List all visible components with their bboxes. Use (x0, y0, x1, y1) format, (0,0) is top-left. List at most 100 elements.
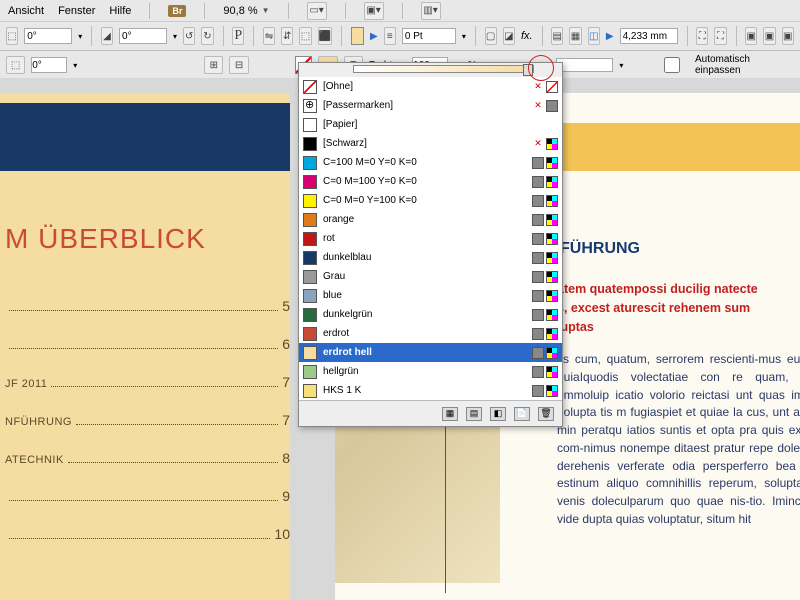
align-icon[interactable]: ⊞ (204, 56, 223, 74)
new-gradient-icon[interactable]: ◧ (490, 407, 506, 421)
swatch-chip (303, 156, 317, 170)
angle1b-field[interactable] (31, 57, 67, 73)
empty-dropdown[interactable] (556, 58, 614, 72)
section-title: FÜHRUNG (560, 240, 640, 258)
zoom-level[interactable]: 90,8 % (223, 5, 257, 17)
fx-square-icon[interactable]: ▢ (485, 27, 497, 45)
select-content-icon[interactable]: ⬛ (318, 27, 332, 45)
swatch-name: C=0 M=100 Y=0 K=0 (323, 176, 526, 187)
lab-flag-icon (546, 271, 558, 283)
swatch-row[interactable]: C=0 M=100 Y=0 K=0 (299, 172, 562, 191)
distribute-icon[interactable]: ⊟ (229, 56, 248, 74)
workspace-icon[interactable]: ▥▾ (421, 2, 441, 20)
dropdown-icon[interactable]: ▾ (173, 32, 177, 41)
cmyk-flag-icon (546, 309, 558, 321)
swatch-name: [Passermarken] (323, 100, 526, 111)
stroke-weight-icon[interactable]: ≡ (384, 27, 396, 45)
flip-v-icon[interactable]: ⇵ (281, 27, 293, 45)
swatch-name: [Ohne] (323, 81, 526, 92)
swatch-row[interactable]: blue (299, 286, 562, 305)
menu-ansicht[interactable]: Ansicht (8, 5, 44, 17)
swatch-chip (303, 175, 317, 189)
swatch-row[interactable]: C=0 M=0 Y=100 K=0 (299, 191, 562, 210)
grey-flag-icon (532, 233, 544, 245)
swatches-panel[interactable]: [Ohne] [Passermarken] [Papier][Schwarz]C=1… (298, 62, 563, 427)
new-folder-icon[interactable]: 📄 (514, 407, 530, 421)
rotate-ccw-icon[interactable]: ↺ (183, 27, 195, 45)
swatch-row[interactable]: [Ohne] (299, 77, 562, 96)
tint-slider[interactable] (353, 65, 534, 73)
intro-text: atem quatempossi ducilig natecte s, exce… (557, 280, 800, 336)
text-wrap2-icon[interactable]: ▦ (569, 27, 581, 45)
fill-swatch[interactable] (351, 27, 364, 45)
swatch-row[interactable]: orange (299, 210, 562, 229)
arrange-icon[interactable]: ▣▾ (364, 2, 384, 20)
swatch-row[interactable]: dunkelblau (299, 248, 562, 267)
corner-dropdown-icon[interactable]: ▶ (606, 31, 614, 42)
swatch-row[interactable]: C=100 M=0 Y=0 K=0 (299, 153, 562, 172)
fit-content2-icon[interactable]: ▣ (763, 27, 775, 45)
screen-mode-icon[interactable]: ▭▾ (307, 2, 327, 20)
toc-row: 9 (5, 488, 290, 504)
swatch-row[interactable]: [Papier] (299, 115, 562, 134)
bridge-badge[interactable]: Br (168, 5, 186, 17)
paragraph-icon[interactable]: P (232, 27, 244, 45)
toc-row: JF 20117 (5, 374, 290, 390)
swatch-row[interactable]: HKS 1 K (299, 381, 562, 400)
corner-field[interactable] (620, 28, 678, 44)
swatch-flags (532, 328, 558, 340)
fit-content3-icon[interactable]: ▣ (782, 27, 794, 45)
angle2-field[interactable] (119, 28, 167, 44)
grey-flag-icon (532, 271, 544, 283)
zoom-dropdown-icon[interactable]: ▼ (262, 6, 270, 15)
flip-h-icon[interactable]: ⇋ (263, 27, 275, 45)
new-swatch-icon[interactable]: ▤ (466, 407, 482, 421)
swatch-chip (303, 251, 317, 265)
tint-slider-row (299, 63, 562, 77)
stroke-field[interactable] (402, 28, 456, 44)
cmyk-flag-icon (546, 138, 558, 150)
reg2-flag-icon (546, 100, 558, 112)
swatch-row[interactable]: [Schwarz] (299, 134, 562, 153)
dropdown-icon[interactable]: ▾ (78, 32, 82, 41)
swatch-row[interactable]: Grau (299, 267, 562, 286)
fill-dropdown-icon[interactable]: ▶ (370, 31, 378, 42)
show-swatches-icon[interactable]: ▦ (442, 407, 458, 421)
tint-slider-thumb[interactable] (523, 64, 533, 76)
cmyk-flag-icon (546, 195, 558, 207)
swatch-row[interactable]: dunkelgrün (299, 305, 562, 324)
swatch-list[interactable]: [Ohne] [Passermarken] [Papier][Schwarz]C=1… (299, 77, 562, 400)
text-wrap1-icon[interactable]: ▤ (551, 27, 563, 45)
angle1-field[interactable] (24, 28, 72, 44)
fx-shadow-icon[interactable]: ◪ (503, 27, 515, 45)
toc-row: 6 (5, 336, 290, 352)
control-toolbar: ⬚ ▾ ◢ ▾ ↺ ↻ P ⇋ ⇵ ⬚ ⬛ ▶ ≡ ▾ ▢ ◪ fx. ▤ ▦ … (0, 22, 800, 51)
autofit-label: Automatisch einpassen (695, 54, 794, 76)
swatch-row[interactable]: [Passermarken] (299, 96, 562, 115)
corner-options-icon[interactable]: ◫ (588, 27, 600, 45)
shear-y-icon[interactable]: ◢ (101, 27, 113, 45)
menu-hilfe[interactable]: Hilfe (109, 5, 131, 17)
swatch-flags (532, 176, 558, 188)
autofit-checkbox[interactable] (655, 57, 689, 73)
fit-frame2-icon[interactable]: ⛶ (714, 27, 726, 45)
fx-label[interactable]: fx. (521, 30, 533, 42)
swatch-row[interactable]: erdrot hell (299, 343, 562, 362)
dropdown-icon[interactable]: ▾ (462, 32, 466, 41)
shear-x2-icon[interactable]: ⬚ (6, 56, 25, 74)
swatch-chip (303, 194, 317, 208)
fit-content1-icon[interactable]: ▣ (745, 27, 757, 45)
fit-frame1-icon[interactable]: ⛶ (696, 27, 708, 45)
grey-flag-icon (532, 176, 544, 188)
swatch-row[interactable]: rot (299, 229, 562, 248)
swatch-chip (303, 137, 317, 151)
rotate-cw-icon[interactable]: ↻ (201, 27, 213, 45)
menu-fenster[interactable]: Fenster (58, 5, 95, 17)
shear-x-icon[interactable]: ⬚ (6, 27, 18, 45)
left-page[interactable]: M ÜBERBLICK 5 6 JF 20117 NFÜHRUNG7 ATECH… (0, 93, 290, 600)
swatch-row[interactable]: hellgrün (299, 362, 562, 381)
select-container-icon[interactable]: ⬚ (299, 27, 311, 45)
swatch-flags (532, 252, 558, 264)
swatch-row[interactable]: erdrot (299, 324, 562, 343)
delete-swatch-icon[interactable]: 🗑 (538, 407, 554, 421)
